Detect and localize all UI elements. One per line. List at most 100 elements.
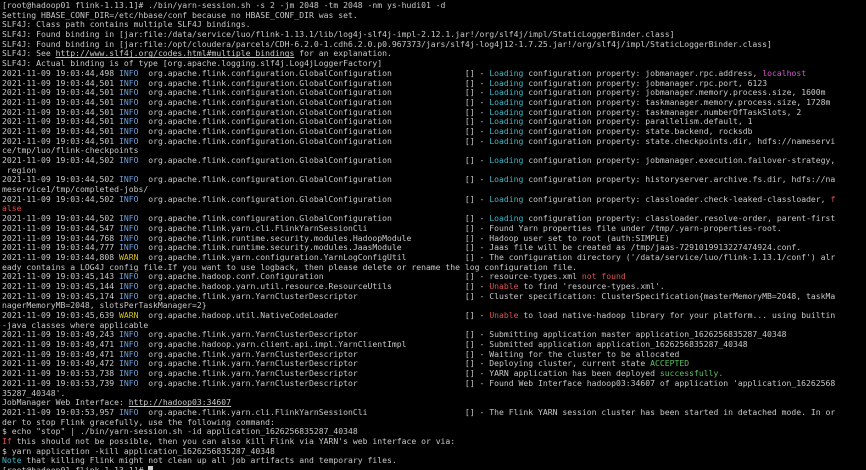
terminal-text: 2021-11-09 19:03:45,144 bbox=[2, 280, 119, 291]
terminal-text: 2021-11-09 19:03:49,471 bbox=[2, 339, 119, 350]
terminal-text: INFO bbox=[118, 193, 144, 204]
terminal-text: nagerMemoryMB=2048, slotsPerTaskManager=… bbox=[2, 300, 207, 311]
terminal-text: Loading bbox=[489, 155, 524, 165]
terminal-text: org.apache.hadoop.util.NativeCodeLoader … bbox=[143, 310, 490, 320]
terminal-text: 2021-11-09 19:03:44,547 bbox=[2, 222, 119, 233]
terminal-text: -java classes where applicable bbox=[2, 319, 149, 330]
terminal-text: org.apache.flink.yarn.cli.FlinkYarnSessi… bbox=[143, 406, 836, 417]
terminal-text: 2021-11-09 19:03:49,471 bbox=[2, 348, 119, 359]
terminal-text: INFO bbox=[118, 106, 144, 117]
terminal-text: 2021-11-09 19:03:45,639 bbox=[2, 310, 119, 320]
terminal-text: 2021-11-09 19:03:45,143 bbox=[2, 271, 119, 282]
terminal-text: configuration property: state.backend, r… bbox=[523, 125, 753, 136]
terminal-text: Loading bbox=[489, 174, 524, 185]
terminal-link[interactable]: http://www.slf4j.org/codes.html#multiple… bbox=[56, 48, 295, 59]
terminal-text: region bbox=[2, 164, 37, 175]
terminal-text: INFO bbox=[118, 377, 144, 388]
terminal-text: eady contains a LOG4J config file.If you… bbox=[2, 261, 577, 272]
terminal-text: [root@hadoop01 flink-1.13.1]# bbox=[2, 465, 149, 470]
terminal-text: org.apache.flink.configuration.GlobalCon… bbox=[143, 106, 490, 117]
terminal-text: Note bbox=[2, 455, 22, 466]
terminal-text: INFO bbox=[118, 213, 144, 224]
terminal-line: 2021-11-09 19:03:44,502 INFO org.apache.… bbox=[2, 193, 866, 205]
terminal-text: org.apache.flink.configuration.GlobalCon… bbox=[143, 116, 490, 127]
terminal-text: INFO bbox=[118, 174, 144, 185]
terminal-text: configuration property: jobmanager.rpc.p… bbox=[523, 77, 768, 88]
terminal-text: INFO bbox=[118, 348, 144, 359]
terminal-text: INFO bbox=[118, 222, 144, 233]
terminal-text: org.apache.flink.configuration.GlobalCon… bbox=[143, 174, 490, 185]
terminal-text: ce/tmp/luo/flink-checkpoints bbox=[2, 145, 139, 156]
terminal-text: org.apache.flink.yarn.configuration.Yarn… bbox=[143, 251, 836, 262]
terminal-text: INFO bbox=[118, 116, 144, 127]
terminal-text: to load native-hadoop library for your p… bbox=[518, 310, 836, 320]
terminal-text: Loading bbox=[489, 125, 524, 136]
terminal-text: INFO bbox=[118, 67, 144, 78]
terminal-text: INFO bbox=[118, 271, 144, 282]
terminal-text: org.apache.flink.yarn.cli.FlinkYarnSessi… bbox=[143, 222, 782, 233]
terminal-text: ACCEPTED bbox=[650, 358, 690, 369]
terminal-text: configuration property: classloader.chec… bbox=[523, 193, 831, 204]
terminal-text: INFO bbox=[118, 280, 144, 291]
terminal-text: 2021-11-09 19:03:44,501 bbox=[2, 116, 119, 127]
terminal-text: Setting HBASE_CONF_DIR=/etc/hbase/conf b… bbox=[2, 9, 358, 20]
terminal-text: Loading bbox=[489, 67, 524, 78]
terminal-text: org.apache.flink.configuration.GlobalCon… bbox=[143, 125, 490, 136]
terminal-text: configuration property: classloader.reso… bbox=[523, 213, 836, 224]
terminal-text: 2021-11-09 19:03:44,502 bbox=[2, 174, 119, 185]
terminal-text: $ echo "stop" | ./bin/yarn-session.sh -i… bbox=[2, 426, 358, 437]
terminal-text: org.apache.flink.configuration.GlobalCon… bbox=[143, 67, 490, 78]
terminal-text: Unable bbox=[489, 310, 519, 320]
terminal-text: meservice1/tmp/completed-jobs/ bbox=[2, 184, 149, 195]
terminal-text: that killing Flink might not clean up al… bbox=[21, 455, 397, 466]
terminal-text: configuration property: taskmanager.memo… bbox=[523, 96, 831, 107]
terminal-text: 2021-11-09 19:03:44,502 bbox=[2, 213, 119, 224]
terminal-link[interactable]: http://hadoop03:34607 bbox=[129, 397, 231, 407]
terminal-text: 35287_40348'. bbox=[2, 387, 66, 398]
terminal-text: org.apache.flink.configuration.GlobalCon… bbox=[143, 77, 490, 88]
terminal-text: org.apache.flink.configuration.GlobalCon… bbox=[143, 87, 490, 98]
terminal-text: 2021-11-09 19:03:44,502 bbox=[2, 155, 119, 165]
terminal-text: org.apache.flink.configuration.GlobalCon… bbox=[143, 213, 490, 224]
terminal-text: Loading bbox=[489, 77, 524, 88]
terminal-text: INFO bbox=[118, 290, 144, 301]
terminal-text: INFO bbox=[118, 77, 144, 88]
terminal-text: Loading bbox=[489, 87, 524, 98]
terminal-text: 2021-11-09 19:03:44,768 bbox=[2, 232, 119, 243]
terminal-text: INFO bbox=[118, 329, 144, 340]
terminal-text: INFO bbox=[118, 358, 144, 369]
terminal-text: SLF4J: Found binding in [jar:file:/opt/c… bbox=[2, 38, 772, 49]
terminal-text: Loading bbox=[489, 135, 524, 146]
terminal-text: org.apache.hadoop.yarn.util.resource.Res… bbox=[143, 280, 490, 291]
terminal-text: Loading bbox=[489, 213, 524, 224]
terminal-text: INFO bbox=[118, 368, 144, 379]
terminal-text: 2021-11-09 19:03:44,501 bbox=[2, 77, 119, 88]
terminal-text: If bbox=[2, 435, 12, 446]
terminal-line: [root@hadoop01 flink-1.13.1]# bbox=[2, 465, 866, 470]
terminal-text: SLF4J: Class path contains multiple SLF4… bbox=[2, 19, 251, 30]
terminal-text: 2021-11-09 19:03:44,498 bbox=[2, 67, 119, 78]
terminal-text: $ yarn application -kill application_162… bbox=[2, 445, 275, 456]
terminal-text: 2021-11-09 19:03:44,501 bbox=[2, 135, 119, 146]
terminal-text: org.apache.flink.yarn.YarnClusterDescrip… bbox=[143, 377, 836, 388]
terminal-text: org.apache.hadoop.conf.Configuration [] … bbox=[143, 271, 582, 282]
terminal-text: org.apache.flink.configuration.GlobalCon… bbox=[143, 193, 490, 204]
terminal-text: 2021-11-09 19:03:49,243 bbox=[2, 329, 119, 340]
terminal-text: f bbox=[830, 193, 836, 204]
terminal-text: 2021-11-09 19:03:49,472 bbox=[2, 358, 119, 369]
terminal-text: SLF4J: Actual binding is of type [org.ap… bbox=[2, 58, 383, 69]
terminal-text: this should not be possible, then you ca… bbox=[11, 435, 456, 446]
terminal-text: org.apache.flink.yarn.YarnClusterDescrip… bbox=[143, 358, 651, 369]
terminal-text: 2021-11-09 19:03:44,777 bbox=[2, 242, 119, 253]
terminal-text: to find 'resource-types.xml'. bbox=[518, 280, 665, 291]
terminal-window[interactable]: [root@hadoop01 flink-1.13.1]# ./bin/yarn… bbox=[0, 0, 866, 470]
terminal-text: INFO bbox=[118, 125, 144, 136]
terminal-text: SLF4J: See bbox=[2, 48, 56, 59]
terminal-text: alse bbox=[2, 203, 22, 214]
terminal-text: INFO bbox=[118, 87, 144, 98]
terminal-text: configuration property: state.checkpoint… bbox=[523, 135, 836, 146]
terminal-text: configuration property: taskmanager.numb… bbox=[523, 106, 802, 117]
terminal-text: org.apache.flink.runtime.security.module… bbox=[143, 232, 670, 243]
terminal-text: 2021-11-09 19:03:53,738 bbox=[2, 368, 119, 379]
terminal-text: der to stop Flink gracefully, use the fo… bbox=[2, 416, 275, 427]
